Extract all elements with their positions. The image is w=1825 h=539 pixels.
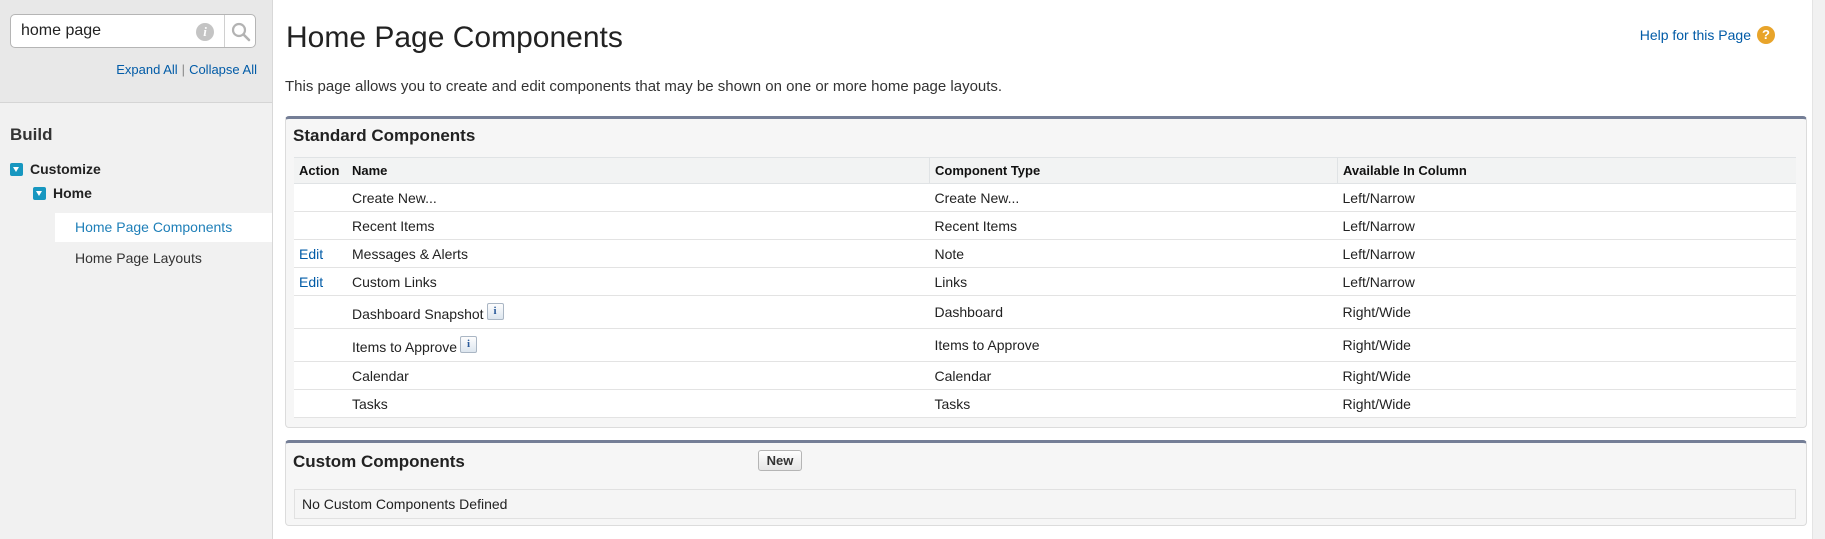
component-name: Messages & Alerts xyxy=(347,239,930,268)
quick-find-input[interactable] xyxy=(21,19,191,43)
tree-node-label: Customize xyxy=(30,161,101,177)
component-name: Items to Approve xyxy=(352,338,458,355)
action-cell xyxy=(294,183,347,212)
component-name: Recent Items xyxy=(347,211,930,240)
tree-node-customize[interactable]: Customize xyxy=(10,161,101,177)
component-name: Tasks xyxy=(347,389,930,418)
component-name: Dashboard Snapshot xyxy=(352,305,484,322)
build-heading: Build xyxy=(10,125,53,144)
component-name: Calendar xyxy=(347,361,930,390)
table-row: Items to Approve i Items to Approve Right… xyxy=(294,328,1796,362)
action-cell xyxy=(294,361,347,390)
available-column: Left/Narrow xyxy=(1337,183,1796,212)
component-type: Create New... xyxy=(929,183,1338,212)
panel-title: Custom Components xyxy=(293,452,465,471)
available-column: Right/Wide xyxy=(1337,328,1796,362)
collapse-toggle-icon[interactable] xyxy=(33,186,46,200)
edit-link[interactable]: Edit xyxy=(299,274,323,290)
collapse-toggle-icon[interactable] xyxy=(10,162,23,176)
column-header-name[interactable]: Name xyxy=(347,157,930,184)
sidebar-item-home-page-layouts[interactable]: Home Page Layouts xyxy=(55,244,272,273)
component-name: Custom Links xyxy=(347,267,930,296)
expand-collapse-links: Expand All | Collapse All xyxy=(116,62,257,77)
collapse-all-link[interactable]: Collapse All xyxy=(189,62,257,77)
component-type: Recent Items xyxy=(929,211,1338,240)
table-row: Tasks Tasks Right/Wide xyxy=(294,389,1796,418)
available-column: Right/Wide xyxy=(1337,295,1796,329)
table-row: Dashboard Snapshot i Dashboard Right/Wide xyxy=(294,295,1796,329)
component-type: Items to Approve xyxy=(929,328,1338,362)
component-name: Create New... xyxy=(347,183,930,212)
table-row: Calendar Calendar Right/Wide xyxy=(294,361,1796,390)
link-separator: | xyxy=(181,62,186,77)
available-column: Right/Wide xyxy=(1337,389,1796,418)
search-divider xyxy=(224,15,225,47)
tree-node-label: Home xyxy=(53,185,92,201)
table-row: Create New... Create New... Left/Narrow xyxy=(294,183,1796,212)
page-title: Home Page Components xyxy=(286,21,623,54)
expand-all-link[interactable]: Expand All xyxy=(116,62,177,77)
quick-find-box: i xyxy=(10,14,256,48)
search-icon[interactable] xyxy=(230,21,252,43)
component-type: Note xyxy=(929,239,1338,268)
info-icon[interactable]: i xyxy=(196,23,214,41)
edit-link[interactable]: Edit xyxy=(299,246,323,262)
table-row: Edit Custom Links Links Left/Narrow xyxy=(294,267,1796,296)
available-column: Left/Narrow xyxy=(1337,211,1796,240)
available-column: Right/Wide xyxy=(1337,361,1796,390)
component-name-cell: Items to Approve i xyxy=(347,328,930,362)
column-header-available-in-column[interactable]: Available In Column xyxy=(1337,157,1796,184)
action-cell xyxy=(294,295,347,329)
empty-list-message: No Custom Components Defined xyxy=(294,489,1796,519)
available-column: Left/Narrow xyxy=(1337,239,1796,268)
info-icon[interactable]: i xyxy=(486,302,504,320)
page-description: This page allows you to create and edit … xyxy=(285,78,1003,95)
action-cell xyxy=(294,211,347,240)
action-cell xyxy=(294,328,347,362)
help-link-label[interactable]: Help for this Page xyxy=(1640,27,1751,43)
info-icon[interactable]: i xyxy=(460,335,478,353)
sidebar-search-area: i Expand All |Collapse All xyxy=(0,0,272,103)
action-cell: Edit xyxy=(294,267,347,296)
available-column: Left/Narrow xyxy=(1337,267,1796,296)
component-type: Calendar xyxy=(929,361,1338,390)
component-type: Links xyxy=(929,267,1338,296)
table-row: Edit Messages & Alerts Note Left/Narrow xyxy=(294,239,1796,268)
table-row: Recent Items Recent Items Left/Narrow xyxy=(294,211,1796,240)
help-icon[interactable]: ? xyxy=(1757,26,1775,44)
action-cell xyxy=(294,389,347,418)
component-type: Dashboard xyxy=(929,295,1338,329)
main-content: Home Page Components Help for this Page … xyxy=(285,0,1810,539)
column-header-action: Action xyxy=(294,157,347,184)
panel-title: Standard Components xyxy=(293,126,476,145)
help-link[interactable]: Help for this Page ? xyxy=(1640,26,1775,44)
tree-node-home[interactable]: Home xyxy=(33,185,92,201)
custom-components-panel: Custom Components New No Custom Componen… xyxy=(285,440,1807,526)
action-cell: Edit xyxy=(294,239,347,268)
standard-components-panel: Standard Components Action Name Componen… xyxy=(285,116,1807,428)
component-type: Tasks xyxy=(929,389,1338,418)
setup-sidebar: i Expand All |Collapse All Build Customiz… xyxy=(0,0,273,539)
new-custom-component-button[interactable]: New xyxy=(758,450,802,471)
table-header-row: Action Name Component Type Available In … xyxy=(294,157,1796,184)
sidebar-item-home-page-components[interactable]: Home Page Components xyxy=(55,213,272,242)
column-header-component-type[interactable]: Component Type xyxy=(929,157,1338,184)
page-scrollbar[interactable] xyxy=(1812,0,1825,539)
standard-components-table: Action Name Component Type Available In … xyxy=(294,157,1796,418)
component-name-cell: Dashboard Snapshot i xyxy=(347,295,930,329)
